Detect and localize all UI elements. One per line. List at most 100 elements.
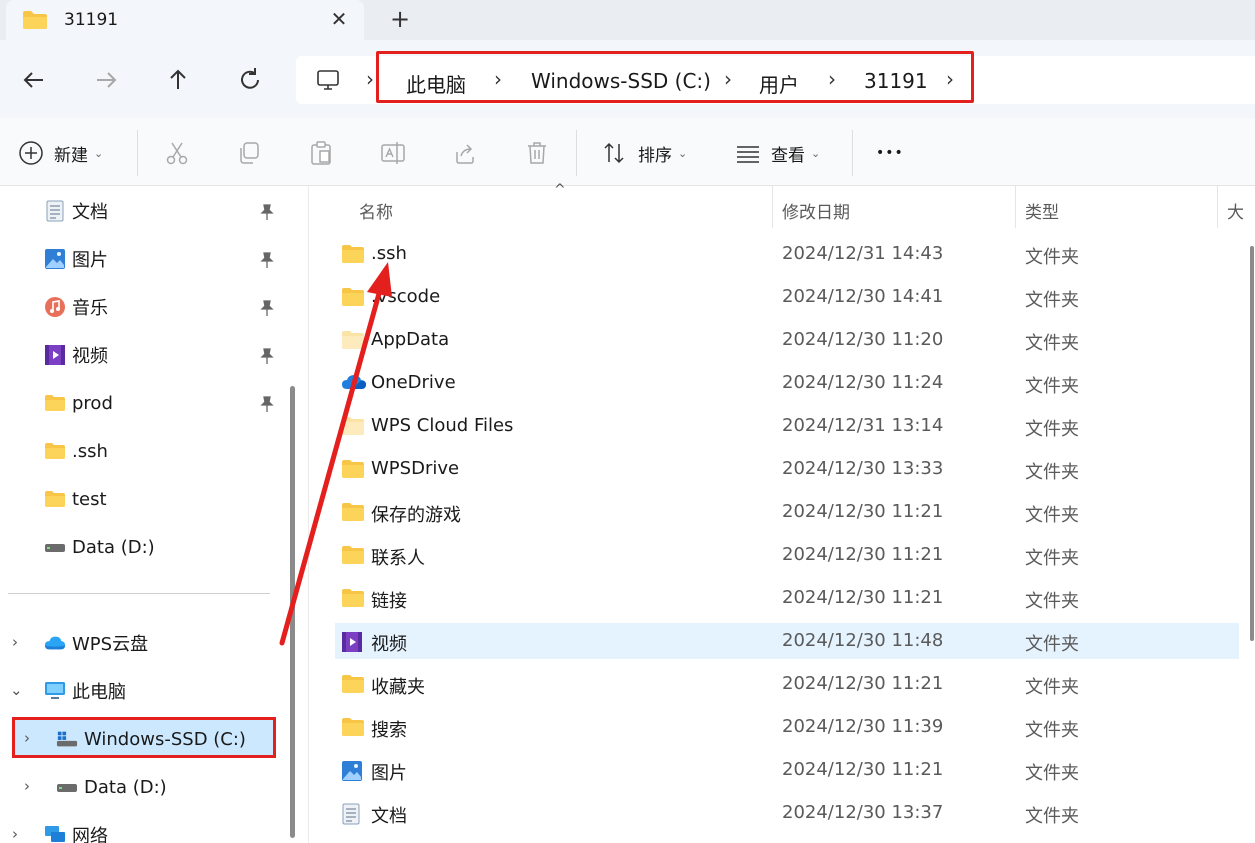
cut-icon[interactable] (164, 140, 190, 166)
refresh-button[interactable] (232, 62, 268, 98)
table-row[interactable]: WPS Cloud Files 2024/12/31 13:14 文件夹 (335, 408, 1239, 444)
sidebar-item-network[interactable]: 网络 (44, 815, 108, 843)
paste-icon[interactable] (308, 140, 334, 166)
pictures-icon (44, 248, 66, 270)
chevron-right-icon[interactable]: › (828, 67, 836, 91)
view-button[interactable]: 查看 ⌄ (735, 138, 820, 168)
file-modified-date: 2024/12/30 11:21 (782, 587, 944, 608)
table-row[interactable]: 联系人 2024/12/30 11:21 文件夹 (335, 537, 1239, 573)
chevron-right-icon[interactable]: › (24, 777, 30, 795)
table-row[interactable]: AppData 2024/12/30 11:20 文件夹 (335, 322, 1239, 358)
breadcrumb-31191[interactable]: 31191 (864, 69, 928, 93)
table-row[interactable]: .vscode 2024/12/30 14:41 文件夹 (335, 279, 1239, 315)
sidebar-item-label: prod (72, 392, 113, 414)
file-name: .vscode (371, 286, 441, 307)
copy-icon[interactable] (236, 140, 262, 166)
file-type: 文件夹 (1025, 634, 1079, 655)
pin-icon[interactable] (258, 395, 276, 413)
table-row[interactable]: .ssh 2024/12/31 14:43 文件夹 (335, 236, 1239, 272)
table-row[interactable]: 视频 2024/12/30 11:48 文件夹 (335, 623, 1239, 659)
sidebar-item-label: 图片 (72, 250, 108, 271)
sidebar-item-d-drive[interactable]: Data (D:) (56, 767, 167, 807)
close-tab-button[interactable]: ✕ (326, 6, 352, 32)
sort-button[interactable]: 排序 ⌄ (602, 138, 687, 168)
delete-icon[interactable] (524, 140, 550, 166)
column-header-type[interactable]: 类型 (1025, 198, 1059, 223)
file-type: 文件夹 (1025, 505, 1079, 526)
address-bar[interactable]: › 此电脑 › Windows-SSD (C:) › 用户 › 31191 › (296, 51, 1255, 104)
table-row[interactable]: 图片 2024/12/30 11:21 文件夹 (335, 752, 1239, 788)
file-type: 文件夹 (1025, 720, 1079, 741)
file-modified-date: 2024/12/30 14:41 (782, 286, 944, 307)
sidebar-item-data-d[interactable]: Data (D:) (44, 527, 155, 567)
file-type: 文件夹 (1025, 333, 1079, 354)
toolbar-divider (137, 130, 138, 176)
column-header-size[interactable]: 大 (1227, 198, 1244, 223)
table-row[interactable]: 文档 2024/12/30 13:37 文件夹 (335, 795, 1239, 831)
column-header-name[interactable]: 名称 (359, 198, 393, 223)
table-row[interactable]: 链接 2024/12/30 11:21 文件夹 (335, 580, 1239, 616)
sidebar-item-c-drive[interactable]: Windows-SSD (C:) (56, 719, 246, 759)
table-row[interactable]: 搜索 2024/12/30 11:39 文件夹 (335, 709, 1239, 745)
view-button-label: 查看 (771, 145, 805, 166)
toolbar-divider (576, 130, 577, 176)
sidebar-item-this-pc[interactable]: 此电脑 (44, 671, 126, 711)
chevron-down-icon[interactable]: ⌄ (10, 681, 23, 699)
new-tab-button[interactable]: + (386, 6, 414, 34)
sidebar-item-ssh[interactable]: .ssh (44, 431, 108, 471)
tab-31191[interactable]: 31191 ✕ (6, 0, 364, 40)
drive-icon (56, 776, 78, 798)
sort-button-label: 排序 (638, 145, 672, 166)
pin-icon[interactable] (258, 251, 276, 269)
sidebar-item-documents[interactable]: 文档 (44, 191, 108, 231)
file-modified-date: 2024/12/30 13:37 (782, 802, 944, 823)
rename-icon[interactable] (380, 140, 406, 166)
chevron-right-icon[interactable]: › (24, 729, 30, 747)
new-button[interactable]: 新建 ⌄ (18, 138, 103, 168)
pin-icon[interactable] (258, 299, 276, 317)
sidebar-item-music[interactable]: 音乐 (44, 287, 108, 327)
breadcrumb-this-pc[interactable]: 此电脑 (406, 69, 466, 98)
share-icon[interactable] (452, 140, 478, 166)
pin-icon[interactable] (258, 203, 276, 221)
table-row[interactable]: 保存的游戏 2024/12/30 11:21 文件夹 (335, 494, 1239, 530)
back-button[interactable] (16, 62, 52, 98)
sidebar-item-test[interactable]: test (44, 479, 107, 519)
chevron-right-icon[interactable]: › (946, 67, 954, 91)
file-type: 文件夹 (1025, 806, 1079, 827)
chevron-right-icon[interactable]: › (724, 67, 732, 91)
file-name: 图片 (371, 763, 407, 784)
chevron-right-icon[interactable]: › (366, 67, 374, 91)
sidebar-scrollbar[interactable] (290, 386, 295, 838)
file-modified-date: 2024/12/30 11:21 (782, 673, 944, 694)
sidebar-item-prod[interactable]: prod (44, 383, 113, 423)
column-divider[interactable] (1217, 186, 1218, 228)
chevron-right-icon[interactable]: › (494, 67, 502, 91)
file-list-scrollbar[interactable] (1250, 246, 1254, 641)
pin-icon[interactable] (258, 347, 276, 365)
file-type: 文件夹 (1025, 376, 1079, 397)
sidebar-item-wps-cloud[interactable]: WPS云盘 (44, 623, 148, 663)
breadcrumb-c-drive[interactable]: Windows-SSD (C:) (531, 69, 711, 93)
chevron-right-icon[interactable]: › (12, 825, 18, 843)
chevron-right-icon[interactable]: › (12, 633, 18, 651)
column-divider[interactable] (772, 186, 773, 228)
table-row[interactable]: OneDrive 2024/12/30 11:24 文件夹 (335, 365, 1239, 401)
file-type: 文件夹 (1025, 591, 1079, 612)
table-row[interactable]: 收藏夹 2024/12/30 11:21 文件夹 (335, 666, 1239, 702)
arrow-left-icon (23, 72, 43, 88)
column-divider[interactable] (1015, 186, 1016, 228)
sidebar-item-videos[interactable]: 视频 (44, 335, 108, 375)
folder-icon (22, 10, 48, 34)
breadcrumb-users[interactable]: 用户 (759, 69, 799, 98)
column-header-modified[interactable]: 修改日期 (782, 198, 850, 223)
forward-button[interactable] (88, 62, 124, 98)
up-button[interactable] (160, 62, 196, 98)
file-name: 保存的游戏 (371, 505, 461, 526)
more-options-button[interactable]: ••• (876, 138, 904, 168)
sort-icon (604, 142, 624, 164)
sidebar-item-pictures[interactable]: 图片 (44, 239, 108, 279)
folder-hidden-icon (341, 330, 365, 350)
table-row[interactable]: WPSDrive 2024/12/30 13:33 文件夹 (335, 451, 1239, 487)
arrow-right-icon (97, 72, 117, 88)
